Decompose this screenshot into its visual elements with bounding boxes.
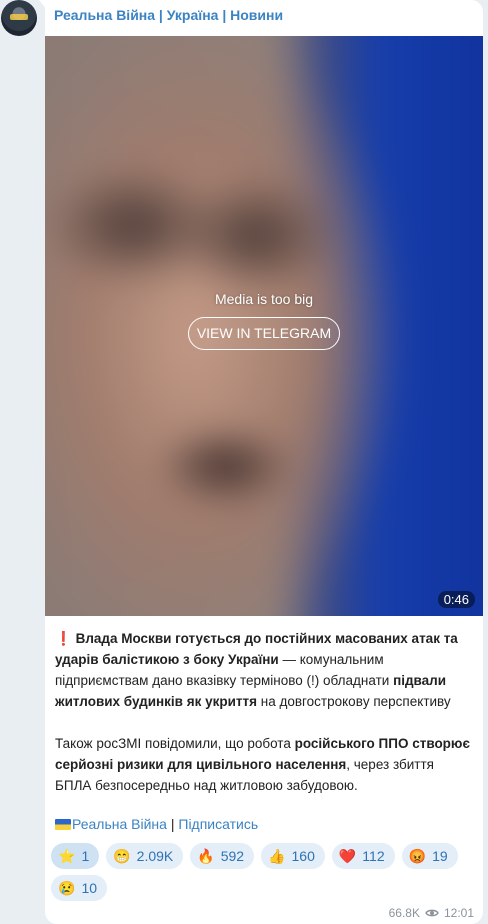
angry-face-icon: 😡 <box>408 848 427 864</box>
post-text-3: Також росЗМІ повідомили, що робота <box>55 736 295 751</box>
thumbs-up-icon: 👍 <box>268 848 286 864</box>
crying-face-icon: 😢 <box>58 880 76 896</box>
channel-link[interactable]: Реальна Війна <box>72 816 167 832</box>
reaction-star[interactable]: ⭐ 1 <box>51 843 100 869</box>
post-bold-1: Влада Москви готується до постійних масо… <box>55 631 458 667</box>
subscribe-link[interactable]: Підписатись <box>178 816 258 832</box>
post-footer-links: Реальна Війна | Підписатись <box>55 816 258 832</box>
reaction-grin[interactable]: 😁 2.09K <box>106 843 184 869</box>
post-text: ❗ Влада Москви готується до постійних ма… <box>55 628 473 796</box>
reaction-angry[interactable]: 😡 19 <box>401 843 458 869</box>
reaction-count: 112 <box>362 848 385 864</box>
ukraine-flag-icon <box>55 819 71 830</box>
reaction-heart[interactable]: ❤️ 112 <box>331 843 395 869</box>
media-too-big-notice: Media is too big <box>214 291 314 307</box>
video-preview[interactable]: Media is too big VIEW IN TELEGRAM 0:46 <box>45 36 483 616</box>
star-icon: ⭐ <box>58 848 76 864</box>
reaction-count: 19 <box>432 848 448 864</box>
reactions-bar: ⭐ 1 😁 2.09K 🔥 592 👍 160 ❤️ 112 😡 19 😢 10 <box>51 843 471 901</box>
channel-name[interactable]: Реальна Війна | Україна | Новини <box>54 7 283 23</box>
reaction-count: 2.09K <box>136 848 174 864</box>
reaction-count: 1 <box>81 848 90 864</box>
fire-icon: 🔥 <box>197 848 215 864</box>
post-paragraph-2: Також росЗМІ повідомили, що робота росій… <box>55 733 473 796</box>
view-in-telegram-button[interactable]: VIEW IN TELEGRAM <box>188 317 340 350</box>
reaction-count: 160 <box>291 848 315 864</box>
exclamation-icon: ❗ <box>55 631 72 646</box>
video-duration: 0:46 <box>437 591 475 608</box>
reaction-thumbs-up[interactable]: 👍 160 <box>261 843 325 869</box>
grin-icon: 😁 <box>113 848 131 864</box>
reaction-count: 10 <box>81 880 98 896</box>
message-bubble: Реальна Війна | Україна | Новини Media i… <box>45 0 483 924</box>
reaction-count: 592 <box>220 848 245 864</box>
post-time: 12:01 <box>443 906 474 920</box>
message-meta: 66.8K 12:01 <box>389 906 474 920</box>
reaction-cry[interactable]: 😢 10 <box>51 875 108 901</box>
view-count: 66.8K <box>388 906 420 920</box>
post-text-2: на довгостроковy перспективу <box>257 694 451 709</box>
link-separator: | <box>166 816 179 832</box>
channel-avatar[interactable] <box>1 0 37 36</box>
post-paragraph-1: ❗ Влада Москви готується до постійних ма… <box>55 628 473 712</box>
reaction-fire[interactable]: 🔥 592 <box>190 843 255 869</box>
eye-icon <box>425 909 439 917</box>
heart-icon: ❤️ <box>338 848 357 864</box>
